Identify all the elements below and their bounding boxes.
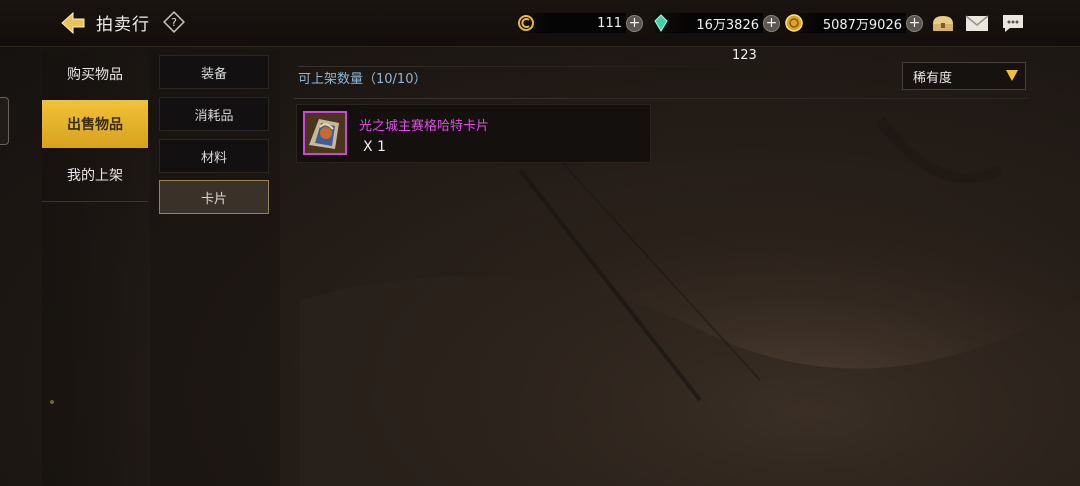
c-coin-icon [518,15,534,31]
tab-equipment[interactable]: 装备 [159,55,269,89]
card-item-icon [303,111,347,155]
help-button[interactable]: ? [162,10,186,34]
add-currency-button[interactable]: + [626,14,643,32]
mail-icon[interactable] [964,12,990,34]
currency-gold-coin: 5087万9026 + [785,12,923,34]
chat-icon[interactable] [1000,12,1026,34]
category-nav: 装备 消耗品 材料 卡片 [150,50,280,486]
nav-sell-items[interactable]: 出售物品 [42,100,148,148]
left-nav: 购买物品 出售物品 我的上架 [42,50,148,486]
list-item[interactable]: 光之城主赛格哈特卡片 X 1 [296,104,651,163]
chest-icon[interactable] [930,12,956,34]
help-icon: ? [163,11,185,33]
sort-dropdown[interactable]: 稀有度 [902,62,1026,90]
add-currency-button[interactable]: + [906,14,923,32]
currency-green-gem: 16万3826 + [654,12,780,34]
nav-buy-items[interactable]: 购买物品 [42,50,148,98]
listing-count-label: 可上架数量（10/10） [298,72,427,87]
currency-c-coin: 111 + [518,12,643,34]
item-quantity: X 1 [363,139,386,155]
back-arrow-icon [61,11,85,35]
top-bar: 拍卖行 ? 111 + 16万3826 + 5087万9026 + [0,0,1080,47]
currency-value: 5087万9026 [788,13,906,33]
tab-consumables[interactable]: 消耗品 [159,97,269,131]
divider [298,66,758,67]
item-name: 光之城主赛格哈特卡片 [359,119,490,134]
nav-divider [42,201,148,202]
chevron-down-icon [1006,70,1018,81]
divider [294,98,1028,99]
sort-dropdown-value: 稀有度 [913,70,953,86]
page-title: 拍卖行 [96,15,150,35]
nav-my-listings[interactable]: 我的上架 [42,151,148,199]
add-currency-button[interactable]: + [763,14,780,32]
top-number: 123 [732,48,757,63]
tab-materials[interactable]: 材料 [159,139,269,173]
svg-text:?: ? [171,16,177,29]
gold-coin-icon [785,14,803,32]
currency-value: 16万3826 [655,13,763,33]
green-gem-icon [654,14,668,32]
back-button[interactable] [58,8,88,38]
side-pull-tab[interactable] [0,97,9,145]
tab-cards[interactable]: 卡片 [159,180,269,214]
